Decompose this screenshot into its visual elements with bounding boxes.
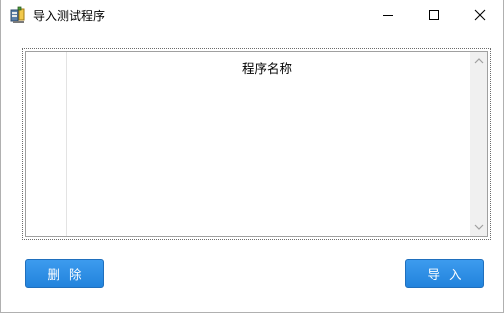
delete-button[interactable]: 删除 xyxy=(25,259,104,288)
column-header-program-name[interactable]: 程序名称 xyxy=(67,58,467,77)
maximize-icon xyxy=(429,10,439,20)
minimize-icon xyxy=(383,15,393,16)
client-area: 程序名称 删除 导入 xyxy=(8,31,496,306)
scroll-down-button[interactable] xyxy=(471,219,487,235)
chevron-up-icon xyxy=(474,58,484,64)
close-button[interactable] xyxy=(457,0,503,30)
chevron-down-icon xyxy=(474,224,484,230)
vertical-scrollbar[interactable] xyxy=(470,52,487,236)
app-icon xyxy=(9,6,27,24)
window-title: 导入测试程序 xyxy=(33,9,106,23)
title-bar[interactable]: 导入测试程序 xyxy=(1,0,503,31)
program-list[interactable]: 程序名称 xyxy=(25,51,488,237)
scroll-up-button[interactable] xyxy=(471,53,487,69)
minimize-button[interactable] xyxy=(365,0,411,30)
maximize-button[interactable] xyxy=(411,0,457,30)
import-button[interactable]: 导入 xyxy=(405,259,484,288)
app-window: 导入测试程序 程序名称 删除 导入 xyxy=(0,0,504,313)
row-header-column xyxy=(26,52,67,236)
close-icon xyxy=(474,9,486,21)
